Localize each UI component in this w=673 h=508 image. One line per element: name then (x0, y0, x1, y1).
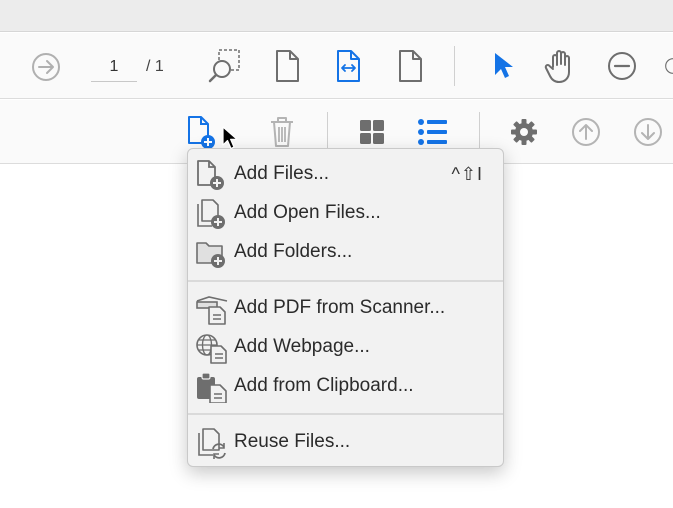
scanner-icon (195, 293, 229, 325)
menu-item-label: Add Webpage... (234, 336, 370, 357)
marquee-zoom-icon[interactable] (205, 47, 243, 85)
grid-view-icon[interactable] (354, 114, 390, 150)
webpage-icon (195, 332, 229, 364)
menu-item-label: Add from Clipboard... (234, 375, 414, 396)
fit-width-icon[interactable] (331, 48, 365, 84)
toolbar-divider (327, 112, 328, 152)
add-files-menu: Add Files... ^⇧I Add Open Files... Add F… (187, 148, 504, 467)
add-file-icon (195, 159, 229, 191)
menu-item-label: Reuse Files... (234, 431, 351, 452)
menu-item-add-open-files[interactable]: Add Open Files... (188, 194, 503, 232)
title-bar (0, 0, 673, 32)
move-up-icon[interactable] (568, 114, 604, 150)
menu-divider (188, 413, 503, 415)
page-icon[interactable] (393, 48, 427, 84)
zoom-in-icon[interactable] (664, 48, 673, 84)
menu-item-reuse-files[interactable]: Reuse Files... (188, 423, 503, 461)
add-folder-icon (195, 237, 229, 269)
delete-icon[interactable] (264, 112, 300, 152)
next-page-icon[interactable] (28, 50, 64, 84)
reuse-files-icon (195, 427, 229, 459)
add-open-files-icon (195, 198, 229, 230)
menu-item-label: Add Open Files... (234, 202, 381, 223)
add-files-icon[interactable] (184, 112, 220, 152)
single-page-icon[interactable] (270, 48, 304, 84)
settings-icon[interactable] (506, 114, 542, 150)
menu-item-add-pdf-from-scanner[interactable]: Add PDF from Scanner... (188, 289, 503, 327)
keyboard-shortcut: ^⇧I (451, 164, 483, 184)
menu-item-label: Add Folders... (234, 241, 353, 262)
mouse-cursor-icon (222, 126, 238, 155)
toolbar-divider (479, 112, 480, 152)
zoom-out-icon[interactable] (604, 48, 640, 84)
page-total-label: / 1 (146, 58, 164, 75)
menu-divider (188, 280, 503, 282)
menu-item-add-folders[interactable]: Add Folders... (188, 233, 503, 271)
toolbar-divider (454, 46, 455, 86)
page-number-input[interactable]: 1 (91, 52, 137, 82)
select-pointer-icon[interactable] (484, 48, 518, 84)
menu-item-add-webpage[interactable]: Add Webpage... (188, 328, 503, 366)
move-down-icon[interactable] (630, 114, 666, 150)
menu-item-add-from-clipboard[interactable]: Add from Clipboard... (188, 367, 503, 405)
list-view-icon[interactable] (415, 114, 451, 150)
menu-item-label: Add PDF from Scanner... (234, 297, 446, 318)
clipboard-icon (195, 371, 229, 404)
menu-item-label: Add Files... (234, 163, 330, 184)
menu-item-add-files[interactable]: Add Files... ^⇧I (188, 155, 503, 193)
hand-icon[interactable] (542, 46, 580, 86)
